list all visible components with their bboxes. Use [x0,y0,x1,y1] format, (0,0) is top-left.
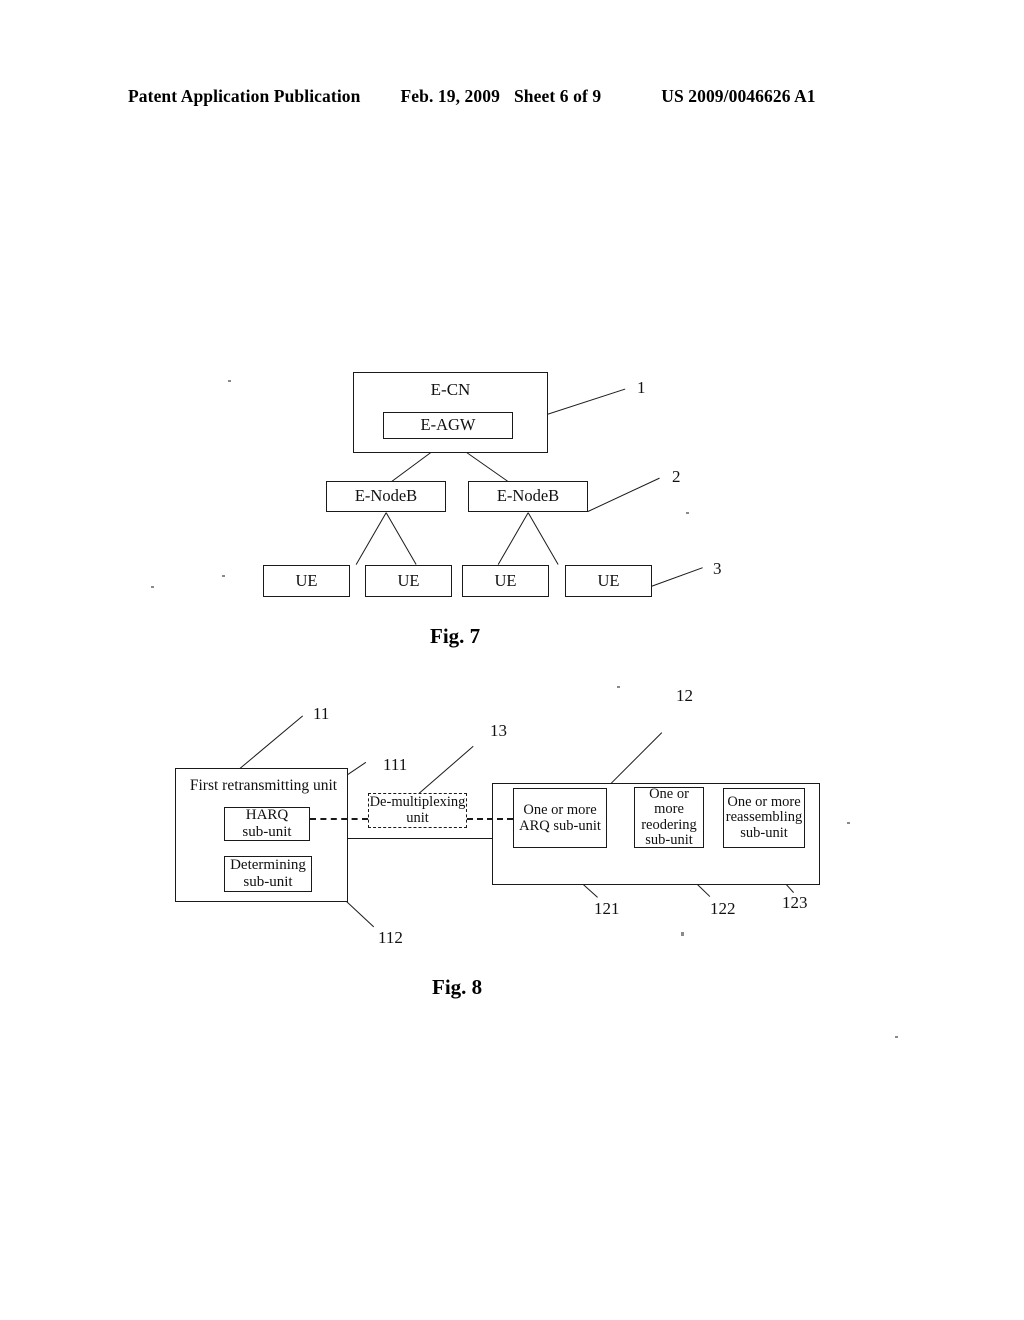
fig8-node-reodering-sub-unit: One or more reodering sub-unit [634,787,704,848]
fig7-edge-enodebright-to-ue4 [527,512,559,565]
header-patent-number: US 2009/0046626 A1 [661,86,816,106]
fig7-node-ue-1-label: UE [295,570,318,590]
fig8-node-reodering-sub-unit-label-line1: One or [649,786,689,803]
fig8-node-reassembling-sub-unit-label-line1: One or more [727,793,801,810]
fig7-node-e-cn-label: E-CN [430,380,471,399]
fig8-leader-line-11 [239,715,304,770]
fig7-node-e-agw: E-AGW [383,412,513,439]
fig8-node-arq-sub-unit-label-line2: ARQ sub-unit [519,818,601,834]
fig7-edge-enodebright-to-ue3 [497,512,529,565]
fig8-ref-number-11: 11 [313,704,330,723]
fig7-node-enodeb-right-label: E-NodeB [496,486,560,506]
fig7-leader-line-2 [587,477,660,513]
fig7-node-enodeb-left-label: E-NodeB [354,486,418,506]
fig8-node-reodering-sub-unit-label-line4: sub-unit [645,831,693,848]
fig8-caption: Fig. 8 [432,975,483,999]
fig8-node-reassembling-sub-unit: One or more reassembling sub-unit [723,788,805,848]
fig8-node-harq-sub-unit: HARQ sub-unit [224,807,310,841]
fig8-node-arq-sub-unit-label-line1: One or more [523,801,597,818]
fig8-node-first-retransmitting-unit-label: First retransmitting unit [189,777,338,794]
scan-speck [617,686,620,688]
fig7-edge-enodebleft-to-ue1 [355,512,387,565]
fig8-ref-number-12: 12 [676,686,693,705]
fig7-node-ue-3-label: UE [494,570,517,590]
scan-speck [847,822,850,824]
fig7-ref-number-1: 1 [637,378,646,397]
scan-speck [228,380,231,382]
fig7-node-enodeb-right: E-NodeB [468,481,588,512]
fig7-node-ue-2-label: UE [397,570,420,590]
scan-speck [151,586,154,588]
fig8-node-reassembling-sub-unit-label-line3: sub-unit [740,824,788,841]
page-header: Patent Application Publication Feb. 19, … [128,86,896,112]
fig7-node-e-agw-label: E-AGW [420,415,476,435]
fig8-node-reodering-sub-unit-label-line2: more [654,801,684,818]
fig8-ref-number-121: 121 [594,899,620,918]
fig8-node-demultiplexing-unit-label-line1: De-multiplexing [369,793,466,810]
header-sheet-label: Sheet 6 of 9 [513,86,602,106]
fig8-ref-number-122: 122 [710,899,736,918]
fig8-edge-demultiplexing-to-arq [467,818,513,820]
fig8-node-reodering-sub-unit-label-line3: reodering [641,816,697,833]
fig8-edge-harq-to-demultiplexing [310,818,368,820]
fig8-ref-number-112: 112 [378,928,403,947]
fig8-node-reassembling-sub-unit-label-line2: reassembling [725,809,803,826]
scan-speck [895,1036,898,1038]
fig8-leader-line-13 [418,745,474,795]
fig8-node-demultiplexing-unit: De-multiplexing unit [368,793,467,828]
fig7-node-ue-3: UE [462,565,549,597]
fig7-node-ue-4: UE [565,565,652,597]
fig8-node-harq-sub-unit-label-line1: HARQ [245,807,289,824]
scan-speck [222,575,225,577]
fig8-node-determining-sub-unit-label-line2: sub-unit [243,874,293,890]
fig7-edge-enodebleft-to-ue2 [385,512,417,565]
fig7-node-ue-2: UE [365,565,452,597]
fig7-node-ue-4-label: UE [597,570,620,590]
fig8-node-demultiplexing-unit-label-line2: unit [406,809,429,826]
fig7-node-enodeb-left: E-NodeB [326,481,446,512]
fig8-ref-number-123: 123 [782,893,808,912]
fig7-ref-number-2: 2 [672,467,681,486]
fig8-leader-line-12 [610,732,663,785]
fig7-ref-number-3: 3 [713,559,722,578]
fig8-node-determining-sub-unit: Determining sub-unit [224,856,312,892]
fig8-ref-number-13: 13 [490,721,507,740]
header-date-label: Feb. 19, 2009 [400,86,500,106]
scan-speck [686,512,689,514]
scan-speck [681,932,684,936]
fig7-leader-line-3 [650,567,703,588]
fig7-node-ue-1: UE [263,565,350,597]
fig8-node-arq-sub-unit: One or more ARQ sub-unit [513,788,607,848]
fig8-node-harq-sub-unit-label-line2: sub-unit [242,824,292,840]
fig8-ref-number-111: 111 [383,755,408,774]
fig7-caption: Fig. 7 [430,624,481,648]
header-publication-label: Patent Application Publication [128,86,361,106]
fig8-node-determining-sub-unit-label-line1: Determining [230,857,306,874]
